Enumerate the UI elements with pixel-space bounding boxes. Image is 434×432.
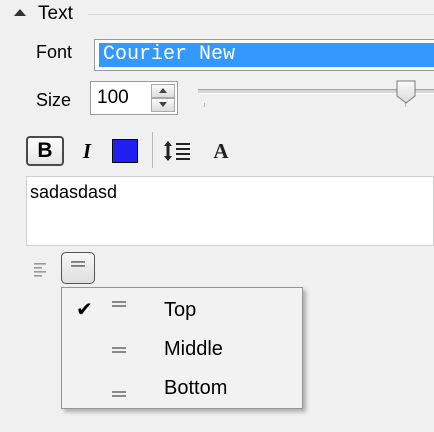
bold-button[interactable]: B [26, 136, 64, 166]
size-slider-thumb[interactable] [396, 80, 416, 104]
text-input-area[interactable]: sadasdasd [26, 176, 434, 246]
align-top-icon [71, 261, 85, 267]
toolbar-separator [152, 132, 153, 168]
font-style-icon[interactable]: A [206, 136, 236, 166]
menu-item-label: Bottom [164, 377, 228, 399]
text-color-button[interactable] [112, 139, 138, 163]
align-bottom-icon [112, 391, 126, 401]
line-spacing-icon[interactable] [162, 136, 194, 166]
align-top-icon [112, 301, 126, 311]
size-decrement-button[interactable] [151, 98, 175, 112]
font-label: Font [36, 42, 73, 62]
vertical-align-menu: ✔ Top Middle Bottom [61, 287, 303, 409]
size-spinbox[interactable]: 100 [90, 81, 178, 115]
menu-item-label: Top [164, 299, 197, 321]
align-left-icon[interactable] [32, 260, 50, 280]
checkmark-icon: ✔ [76, 299, 93, 321]
size-value[interactable]: 100 [97, 87, 129, 109]
header-divider [88, 14, 434, 15]
font-value: Courier New [99, 43, 434, 67]
menu-item-label: Middle [164, 338, 223, 360]
italic-button[interactable]: I [68, 136, 106, 166]
menu-item-middle[interactable]: Middle [62, 330, 302, 368]
slider-tick [204, 103, 205, 107]
collapse-arrow-icon[interactable] [14, 9, 26, 16]
vertical-align-button[interactable] [61, 252, 95, 284]
arrow-down-icon [159, 102, 167, 107]
size-label: Size [36, 90, 72, 110]
align-middle-icon [112, 347, 126, 357]
text-section-header[interactable]: Text [0, 0, 434, 28]
arrow-up-icon [159, 88, 167, 93]
font-dropdown[interactable]: Courier New [94, 39, 434, 71]
menu-item-bottom[interactable]: Bottom [62, 369, 302, 407]
text-content[interactable]: sadasdasd [30, 182, 117, 203]
section-title: Text [38, 3, 73, 24]
size-increment-button[interactable] [151, 84, 175, 98]
menu-item-top[interactable]: ✔ Top [62, 291, 302, 329]
